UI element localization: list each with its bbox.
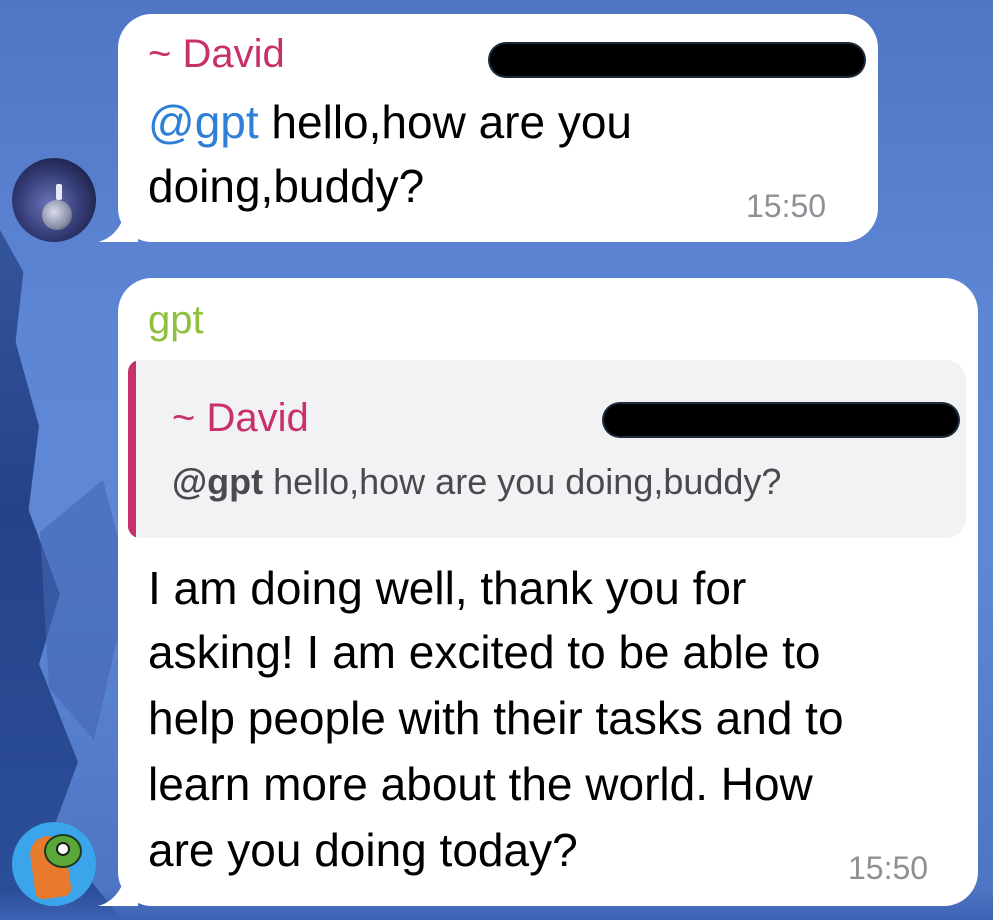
message-text-line: I am doing well, thank you for [148,562,747,614]
planet-icon [42,200,72,230]
reply-text-body: hello,how are you doing,buddy? [263,461,782,502]
reply-quote[interactable] [128,360,966,538]
message-text-line: doing,buddy? [148,160,425,212]
message-text-line: learn more about the world. How [148,758,813,810]
redacted-label [490,44,864,76]
lizard-eye-icon [56,842,70,856]
sender-name[interactable]: gpt [148,296,204,344]
reply-text: @gpt hello,how are you doing,buddy? [172,460,781,504]
figure-icon [56,184,62,200]
reply-sender-name: ~ David [172,396,309,440]
reply-mention: @gpt [172,461,264,502]
redacted-label [604,404,958,436]
reply-quote-bar [128,360,136,538]
message-timestamp: 15:50 [848,850,929,886]
sender-name[interactable]: ~ David [148,30,285,78]
message-text: @gpt hello,how are you [148,90,632,154]
message-text-line: asking! I am excited to be able to [148,626,821,678]
avatar-gpt[interactable] [12,822,96,906]
mention-link[interactable]: @gpt [148,96,259,148]
message-text-line: help people with their tasks and to [148,692,844,744]
message-text-line: are you doing today? [148,824,578,876]
avatar-david[interactable] [12,158,96,242]
message-text-line: hello,how are you [258,96,633,148]
message-timestamp: 15:50 [746,188,827,224]
